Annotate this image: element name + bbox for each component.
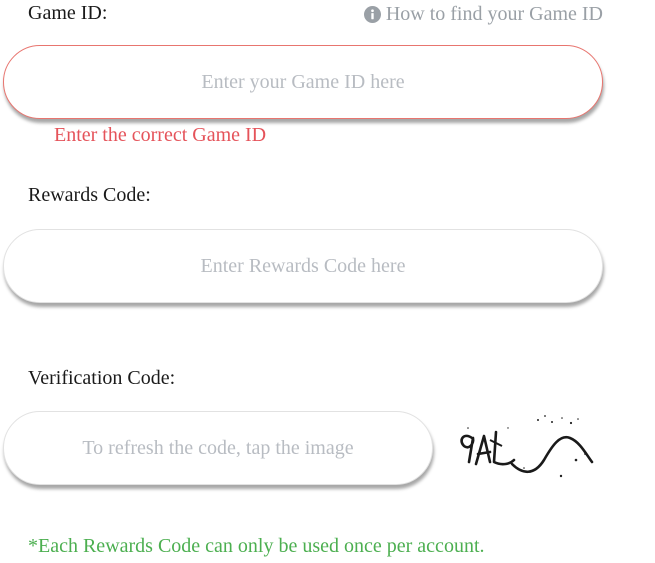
captcha-glyphs [460, 430, 516, 466]
info-icon [363, 6, 381, 23]
rewards-code-label: Rewards Code: [28, 184, 151, 206]
game-id-label: Game ID: [28, 2, 108, 24]
game-id-error-message: Enter the correct Game ID [54, 124, 267, 146]
verification-code-input[interactable] [3, 411, 433, 485]
game-id-input[interactable] [3, 45, 603, 119]
how-to-find-game-id-link[interactable]: How to find your Game ID [363, 3, 603, 26]
rewards-code-usage-note: *Each Rewards Code can only be used once… [28, 535, 485, 557]
captcha-image[interactable] [450, 410, 600, 485]
help-link-text: How to find your Game ID [385, 3, 603, 25]
verification-code-label: Verification Code: [28, 367, 176, 389]
rewards-code-input[interactable] [3, 229, 603, 303]
